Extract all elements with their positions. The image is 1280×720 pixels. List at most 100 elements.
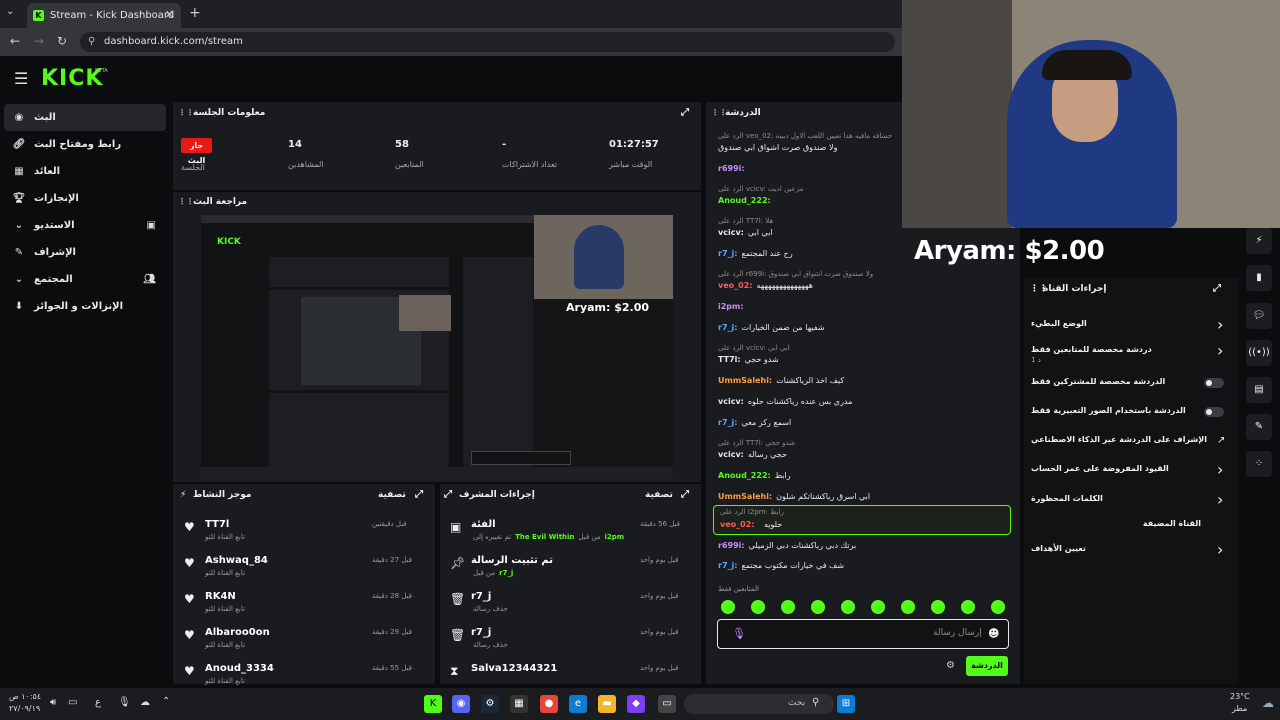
- send-chat-button[interactable]: الدردشة: [966, 656, 1008, 676]
- popout-icon[interactable]: ⤢: [415, 489, 423, 500]
- language-indicator[interactable]: ع: [95, 697, 101, 708]
- popout-icon[interactable]: ⤢: [1213, 283, 1221, 294]
- chat-username[interactable]: UmmSalehi:: [718, 376, 772, 385]
- chat-username[interactable]: r699i:: [718, 541, 745, 550]
- discord-icon[interactable]: ◉: [452, 695, 470, 713]
- store-icon[interactable]: ▦: [510, 695, 528, 713]
- close-tab-icon[interactable]: ✕: [165, 8, 174, 21]
- activity-username[interactable]: Ashwaq_84: [205, 555, 268, 566]
- app-icon[interactable]: ◆: [627, 695, 645, 713]
- mic-icon[interactable]: 🎙︎: [732, 627, 746, 640]
- external-link-icon[interactable]: ↗: [1217, 435, 1225, 446]
- forward-icon[interactable]: →: [34, 34, 44, 48]
- windows-start-icon[interactable]: ⊞: [837, 695, 855, 713]
- display-icon[interactable]: ▭: [68, 697, 77, 708]
- emote-icon[interactable]: [811, 600, 825, 614]
- filter-button[interactable]: تصفية: [378, 490, 406, 500]
- menu-icon[interactable]: ☰: [14, 69, 28, 88]
- chat-username[interactable]: Anoud_222:: [718, 196, 771, 205]
- sidebar-item-stream-key[interactable]: 🔗︎ رابط ومفتاح البث: [0, 131, 170, 158]
- wrench-icon[interactable]: ✎: [1246, 414, 1272, 440]
- tab-list-icon[interactable]: ⌄: [6, 6, 14, 17]
- popout-icon[interactable]: ⤢: [681, 107, 689, 118]
- clock-date[interactable]: ٢٧/٠٩/١٩: [9, 704, 40, 713]
- channel-action-label[interactable]: دردشة مخصصة للمتابعين فقط: [1031, 345, 1229, 354]
- weather-desc[interactable]: مطر: [1232, 704, 1247, 713]
- chrome-icon[interactable]: ●: [540, 695, 558, 713]
- channel-action-label[interactable]: الدردشة مخصصة للمشتركين فقط: [1031, 377, 1229, 386]
- emote-icon[interactable]: [781, 600, 795, 614]
- chat-username[interactable]: r7_j:: [718, 418, 737, 427]
- new-tab-icon[interactable]: +: [189, 5, 201, 21]
- site-info-icon[interactable]: ⚲: [88, 32, 95, 52]
- toggle-switch[interactable]: [1204, 378, 1224, 388]
- weather-temp[interactable]: 23°C: [1230, 692, 1250, 701]
- chat-username[interactable]: r699i:: [718, 164, 745, 173]
- chat-username[interactable]: veo_02:: [720, 520, 754, 529]
- channel-action-label[interactable]: تعيين الأهداف: [1031, 544, 1229, 553]
- emote-icon[interactable]: [721, 600, 735, 614]
- chevron-right-icon[interactable]: ›: [1217, 341, 1223, 360]
- chat-username[interactable]: Anoud_222:: [718, 471, 771, 480]
- chat-username[interactable]: vcicv:: [718, 450, 744, 459]
- channel-action-label[interactable]: الكلمات المحظورة: [1031, 494, 1229, 503]
- activity-username[interactable]: Albaroo0on: [205, 627, 270, 638]
- sidebar-item-community[interactable]: ⌄ المجتمع 👥︎: [0, 266, 170, 293]
- mod-action-by[interactable]: i2pm: [605, 533, 625, 541]
- channel-action-label[interactable]: القيود المفروضة على عمر الحساب: [1031, 464, 1229, 473]
- popout-icon[interactable]: ⤢: [681, 489, 689, 500]
- taskbar-search[interactable]: بحث ⚲: [684, 694, 834, 714]
- back-icon[interactable]: ←: [10, 34, 20, 48]
- chat-username[interactable]: TT7l:: [718, 355, 741, 364]
- chat-input[interactable]: 🎙︎ إرسال رسالة ☻: [717, 619, 1009, 649]
- session-icon[interactable]: ▮: [1246, 265, 1272, 291]
- community-icon[interactable]: ⁘: [1246, 451, 1272, 477]
- drag-handle-icon[interactable]: ⋮⋮: [178, 108, 194, 117]
- chevron-up-icon[interactable]: ⌃: [162, 696, 170, 707]
- filter-button[interactable]: تصفية: [645, 490, 673, 500]
- sidebar-item-moderation[interactable]: ✎ الإشراف: [0, 239, 170, 266]
- folder-icon[interactable]: ▬: [598, 695, 616, 713]
- chevron-right-icon[interactable]: ›: [1217, 460, 1223, 479]
- chat-icon[interactable]: 💬︎: [1246, 303, 1272, 329]
- quick-actions-icon[interactable]: ⚡: [1246, 228, 1272, 254]
- broadcast-icon[interactable]: ((•)): [1246, 340, 1272, 366]
- chat-username[interactable]: r7_j:: [718, 561, 737, 570]
- activity-username[interactable]: RK4N: [205, 591, 236, 602]
- channel-action-label[interactable]: الوضع البطيء: [1031, 319, 1229, 328]
- steam-icon[interactable]: ⚙: [481, 695, 499, 713]
- network-icon[interactable]: ☁: [140, 697, 150, 708]
- mod-action-by[interactable]: r7_j: [499, 569, 513, 577]
- chat-username[interactable]: veo_02:: [718, 281, 752, 290]
- emote-icon[interactable]: [901, 600, 915, 614]
- url-field[interactable]: ⚲ dashboard.kick.com/stream: [80, 32, 895, 52]
- sidebar-item-studio[interactable]: ⌄ الاستديو ▣: [0, 212, 170, 239]
- chat-username[interactable]: i2pm:: [718, 302, 744, 311]
- toggle-switch[interactable]: [1204, 407, 1224, 417]
- chat-username[interactable]: r7_j:: [718, 249, 737, 258]
- window-icon[interactable]: ▭: [658, 695, 676, 713]
- mic-icon[interactable]: 🎙︎: [118, 697, 131, 708]
- chat-username[interactable]: r7_j:: [718, 323, 737, 332]
- chat-username[interactable]: vcicv:: [718, 397, 744, 406]
- emote-icon[interactable]: [841, 600, 855, 614]
- chevron-right-icon[interactable]: ›: [1217, 540, 1223, 559]
- sidebar-item-drops[interactable]: ⬇ الإنزالات و الجوائز: [0, 293, 170, 320]
- emote-icon[interactable]: [751, 600, 765, 614]
- browser-tab[interactable]: K Stream - Kick Dashboard ✕: [27, 3, 181, 28]
- sidebar-item-achievements[interactable]: 🏆︎ الإنجازات: [0, 185, 170, 212]
- emote-icon[interactable]: [961, 600, 975, 614]
- emote-icon[interactable]: [931, 600, 945, 614]
- sidebar-item-revenue[interactable]: ▦ العائد: [0, 158, 170, 185]
- chevron-right-icon[interactable]: ›: [1217, 490, 1223, 509]
- volume-icon[interactable]: 🔊︎: [50, 697, 56, 708]
- channel-action-label[interactable]: الإشراف على الدردشة عبر الذكاء الاصطناعي: [1031, 435, 1229, 444]
- emote-icon[interactable]: [871, 600, 885, 614]
- emote-icon[interactable]: [991, 600, 1005, 614]
- chat-username[interactable]: UmmSalehi:: [718, 492, 772, 501]
- activity-username[interactable]: TT7l: [205, 519, 229, 530]
- stream-preview[interactable]: KICK Aryam: $2.00: [201, 215, 673, 481]
- reload-icon[interactable]: ↻: [57, 34, 67, 48]
- layout-icon[interactable]: ▤: [1246, 377, 1272, 403]
- emoji-icon[interactable]: ☻: [988, 627, 999, 640]
